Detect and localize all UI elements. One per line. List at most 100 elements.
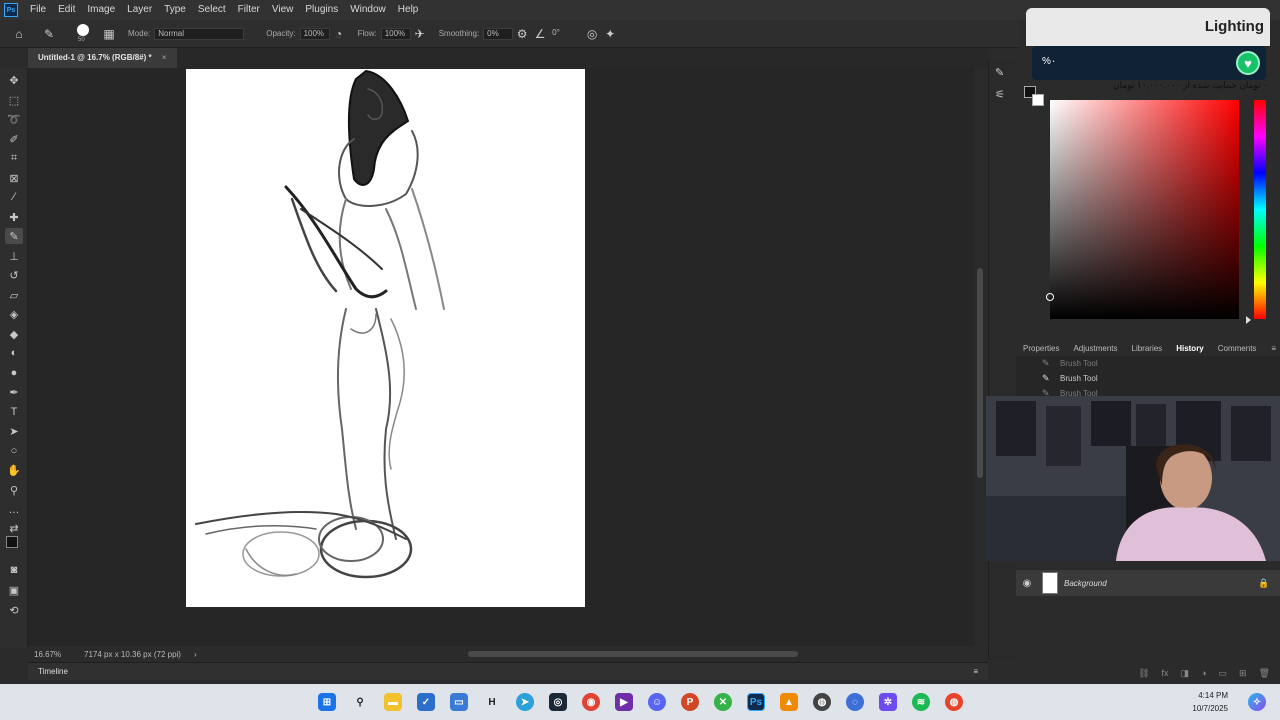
screen-mode-icon[interactable]: ▣ [5, 582, 23, 598]
frame-tool-icon[interactable]: ⊠ [5, 170, 23, 186]
menu-view[interactable]: View [266, 0, 300, 20]
smoothing-field[interactable]: 0% [483, 27, 514, 40]
symmetry-icon[interactable]: ✦ [601, 25, 619, 43]
powerpoint-icon[interactable]: P [681, 693, 699, 711]
app-icon[interactable]: ▭ [450, 693, 468, 711]
tab-libraries[interactable]: Libraries [1125, 344, 1170, 353]
more-tools-icon[interactable]: … [5, 502, 23, 518]
blur-tool-icon[interactable]: ◆ [5, 326, 23, 342]
menu-layer[interactable]: Layer [121, 0, 158, 20]
brush-tool-icon[interactable]: ✎ [5, 228, 23, 244]
layer-name[interactable]: Background [1064, 579, 1258, 588]
app-green-icon[interactable]: ✕ [714, 693, 732, 711]
swap-colors-icon[interactable]: ⇄ [5, 520, 23, 536]
healing-brush-tool-icon[interactable]: ✚ [5, 209, 23, 225]
vertical-scroll-thumb[interactable] [977, 268, 983, 478]
ellipse-tool-icon[interactable]: ○ [5, 443, 23, 459]
pressure-opacity-icon[interactable]: ◔ [330, 25, 348, 43]
start-icon[interactable]: ⊞ [318, 693, 336, 711]
file-explorer-icon[interactable]: ▬ [384, 693, 402, 711]
move-tool-icon[interactable]: ✥ [5, 72, 23, 88]
new-layer-icon[interactable]: ⊞ [1239, 668, 1247, 679]
type-tool-icon[interactable]: T [5, 404, 23, 420]
document-info[interactable]: 7174 px x 10.36 px (72 ppi) [84, 650, 194, 659]
hue-slider-handle-icon[interactable] [1246, 316, 1251, 324]
new-group-icon[interactable]: ▭ [1219, 668, 1228, 679]
color-picker-handle[interactable] [1046, 293, 1054, 301]
zoom-tool-icon[interactable]: ⚲ [5, 482, 23, 498]
menu-image[interactable]: Image [81, 0, 121, 20]
quick-select-tool-icon[interactable]: ✐ [5, 131, 23, 147]
status-arrow-icon[interactable]: › [194, 650, 204, 659]
controller-icon[interactable]: ✲ [879, 693, 897, 711]
paint-bucket-tool-icon[interactable]: ◈ [5, 306, 23, 322]
clone-stamp-tool-icon[interactable]: ⊥ [5, 248, 23, 264]
layer-row[interactable]: ◉ Background 🔒 [1016, 570, 1280, 596]
timeline-tab[interactable]: Timeline [38, 667, 68, 676]
add-mask-icon[interactable]: ◨ [1181, 668, 1190, 679]
link-layers-icon[interactable]: ⛓ [1138, 668, 1149, 679]
brush-settings-panel-icon[interactable]: ⚟ [995, 88, 1005, 101]
hue-slider[interactable] [1254, 100, 1266, 319]
telegram-icon[interactable]: ➤ [516, 693, 534, 711]
tab-properties[interactable]: Properties [1016, 344, 1066, 353]
hand-tool-icon[interactable]: ✋ [5, 462, 23, 478]
adjustment-layer-icon[interactable]: ◑ [1201, 668, 1206, 679]
history-brush-tool-icon[interactable]: ↺ [5, 267, 23, 283]
steam-icon[interactable]: ◎ [549, 693, 567, 711]
crop-tool-icon[interactable]: ⌗ [5, 150, 23, 166]
menu-plugins[interactable]: Plugins [299, 0, 344, 20]
lock-icon[interactable]: 🔒 [1258, 578, 1280, 589]
media-app-icon[interactable]: ▶ [615, 693, 633, 711]
spotify-icon[interactable]: ≋ [912, 693, 930, 711]
canvas-area[interactable] [28, 68, 974, 646]
obs-icon[interactable]: ◍ [813, 693, 831, 711]
app-red-icon[interactable]: ◍ [945, 693, 963, 711]
pressure-size-icon[interactable]: ◎ [583, 25, 601, 43]
brush-settings-icon[interactable]: ▦ [100, 25, 118, 43]
eyedropper-tool-icon[interactable]: ⁄ [5, 189, 23, 205]
close-icon[interactable]: × [162, 53, 167, 62]
fx-icon[interactable]: fx [1162, 668, 1169, 679]
brush-panel-icon[interactable]: ✎ [995, 66, 1004, 79]
pen-tool-icon[interactable]: ✒ [5, 384, 23, 400]
document-tab[interactable]: Untitled-1 @ 16.7% (RGB/8#) * × [28, 48, 177, 68]
eye-icon[interactable]: ◉ [1016, 578, 1038, 589]
clock[interactable]: 4:14 PM 10/7/2025 [1192, 689, 1228, 715]
path-select-tool-icon[interactable]: ➤ [5, 423, 23, 439]
angle-field[interactable]: 0° [549, 28, 571, 40]
horizontal-scroll-thumb[interactable] [468, 651, 798, 657]
history-item[interactable]: ✎ Brush Tool [1042, 356, 1098, 370]
app-blue-icon[interactable]: ◌ [846, 693, 864, 711]
document-canvas[interactable] [186, 69, 585, 607]
chrome-icon[interactable]: ◉ [582, 693, 600, 711]
menu-edit[interactable]: Edit [52, 0, 81, 20]
saturation-brightness-picker[interactable] [1046, 100, 1239, 319]
timeline-menu-icon[interactable]: ≡ [973, 667, 978, 676]
flow-field[interactable]: 100% [380, 27, 411, 40]
sponge-tool-icon[interactable]: ● [5, 365, 23, 381]
menu-file[interactable]: File [24, 0, 52, 20]
marquee-tool-icon[interactable]: ⬚ [5, 92, 23, 108]
dodge-tool-icon[interactable]: ◐ [5, 345, 23, 361]
opacity-field[interactable]: 100% [299, 27, 330, 40]
eraser-tool-icon[interactable]: ▱ [5, 287, 23, 303]
vertical-scrollbar[interactable] [974, 68, 986, 646]
airbrush-icon[interactable]: ✈ [411, 25, 429, 43]
vscode-icon[interactable]: ✓ [417, 693, 435, 711]
menu-select[interactable]: Select [192, 0, 232, 20]
menu-window[interactable]: Window [344, 0, 392, 20]
menu-help[interactable]: Help [392, 0, 425, 20]
tab-comments[interactable]: Comments [1211, 344, 1264, 353]
brush-size-picker[interactable]: 50 [72, 22, 94, 46]
panel-menu-icon[interactable]: ≡ [1271, 344, 1276, 353]
menu-filter[interactable]: Filter [232, 0, 266, 20]
tab-adjustments[interactable]: Adjustments [1066, 344, 1124, 353]
menu-type[interactable]: Type [158, 0, 192, 20]
tab-history[interactable]: History [1169, 344, 1211, 353]
brush-preset-icon[interactable]: ✎ [40, 25, 58, 43]
discord-icon[interactable]: ☺ [648, 693, 666, 711]
hackmd-icon[interactable]: H [483, 693, 501, 711]
photoshop-taskbar-icon[interactable]: Ps [747, 693, 765, 711]
quick-mask-icon[interactable]: ◙ [5, 562, 23, 578]
